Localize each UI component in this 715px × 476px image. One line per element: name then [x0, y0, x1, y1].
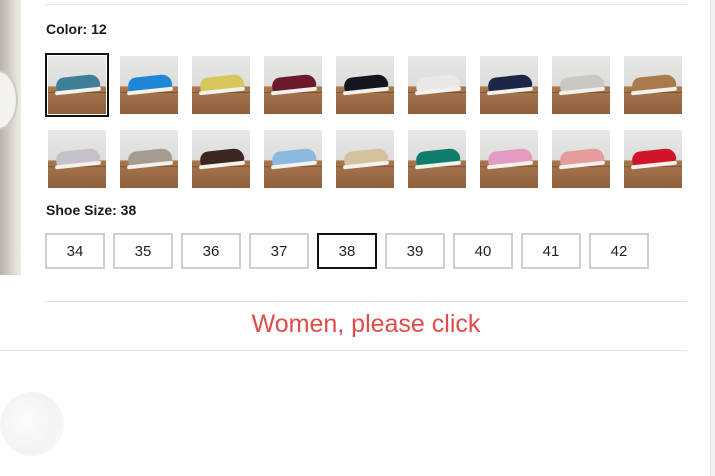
color-swatch-dark-brown[interactable]: [189, 127, 253, 191]
divider: [45, 301, 687, 302]
size-option-38[interactable]: 38: [317, 233, 377, 269]
swatch-image: [192, 130, 250, 188]
divider: [45, 4, 687, 5]
size-option-36[interactable]: 36: [181, 233, 241, 269]
color-swatch-burgundy[interactable]: [261, 53, 325, 117]
color-swatch-red[interactable]: [621, 127, 685, 191]
color-swatch-taupe[interactable]: [117, 127, 181, 191]
size-option-42[interactable]: 42: [589, 233, 649, 269]
divider: [0, 350, 687, 351]
product-image-shoe: [0, 70, 18, 130]
swatch-image: [120, 130, 178, 188]
swatch-image: [120, 56, 178, 114]
size-option-35[interactable]: 35: [113, 233, 173, 269]
size-option-39[interactable]: 39: [385, 233, 445, 269]
color-swatch-lilac-grey[interactable]: [45, 127, 109, 191]
size-option-34[interactable]: 34: [45, 233, 105, 269]
swatch-image: [480, 130, 538, 188]
swatch-image: [408, 130, 466, 188]
color-swatch-tan[interactable]: [621, 53, 685, 117]
swatch-image: [192, 56, 250, 114]
swatch-image: [552, 130, 610, 188]
swatch-image: [264, 130, 322, 188]
swatch-image: [264, 56, 322, 114]
swatch-image: [552, 56, 610, 114]
color-swatch-salmon-pink[interactable]: [549, 127, 613, 191]
color-swatch-light-grey[interactable]: [549, 53, 613, 117]
floating-chat-bubble[interactable]: [0, 392, 64, 456]
swatch-image: [48, 130, 106, 188]
size-option-37[interactable]: 37: [249, 233, 309, 269]
swatch-image: [624, 130, 682, 188]
color-swatch-pink[interactable]: [477, 127, 541, 191]
product-options-page: Color: 12 Shoe Size: 38 34 35 36 37 38 39 40 41…: [0, 0, 715, 476]
product-main-image-edge: [0, 0, 21, 275]
color-swatch-beige[interactable]: [333, 127, 397, 191]
scrollbar[interactable]: [711, 0, 715, 476]
size-option-label: Shoe Size: 38: [46, 202, 137, 218]
color-option-label: Color: 12: [46, 21, 107, 37]
color-swatch-teal[interactable]: [45, 53, 109, 117]
swatch-image: [336, 56, 394, 114]
color-swatch-white[interactable]: [405, 53, 469, 117]
color-swatch-sky-blue[interactable]: [261, 127, 325, 191]
color-swatch-yellow[interactable]: [189, 53, 253, 117]
color-swatch-grid: [45, 53, 685, 191]
swatch-image: [48, 56, 106, 114]
swatch-image: [624, 56, 682, 114]
size-option-40[interactable]: 40: [453, 233, 513, 269]
color-swatch-black[interactable]: [333, 53, 397, 117]
swatch-image: [336, 130, 394, 188]
swatch-image: [408, 56, 466, 114]
swatch-image: [480, 56, 538, 114]
women-size-link[interactable]: Women, please click: [45, 310, 687, 339]
color-swatch-emerald[interactable]: [405, 127, 469, 191]
color-swatch-bright-blue[interactable]: [117, 53, 181, 117]
size-option-41[interactable]: 41: [521, 233, 581, 269]
color-swatch-navy[interactable]: [477, 53, 541, 117]
size-selector: 34 35 36 37 38 39 40 41 42: [45, 233, 649, 269]
